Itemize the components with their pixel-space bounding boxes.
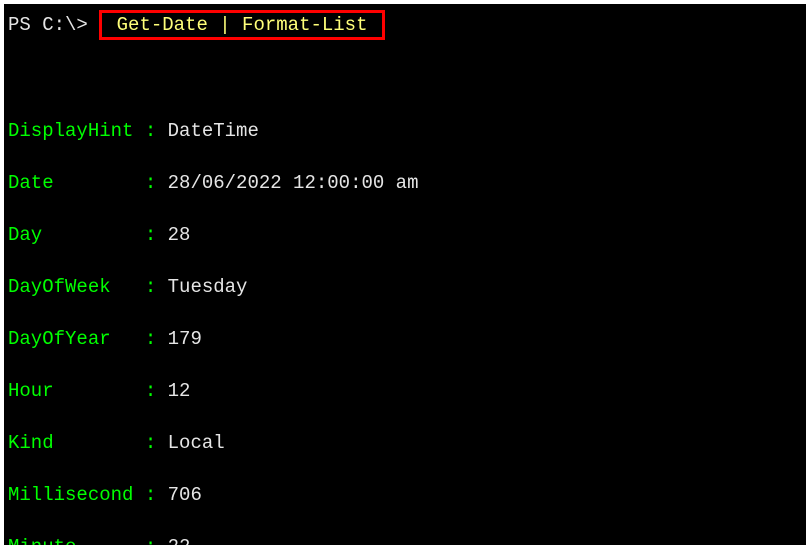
- output-row: Day : 28: [8, 222, 802, 248]
- colon-separator: :: [145, 536, 168, 545]
- prompt-prefix: PS C:\>: [8, 14, 88, 36]
- property-name: Millisecond: [8, 484, 145, 506]
- property-value: DateTime: [168, 120, 259, 142]
- output-row: Minute : 22: [8, 534, 802, 545]
- colon-separator: :: [145, 484, 168, 506]
- colon-separator: :: [145, 276, 168, 298]
- colon-separator: :: [145, 328, 168, 350]
- property-value: Tuesday: [168, 276, 248, 298]
- output-row: DayOfYear : 179: [8, 326, 802, 352]
- property-value: 12: [168, 380, 191, 402]
- property-name: Kind: [8, 432, 145, 454]
- output-row: Kind : Local: [8, 430, 802, 456]
- property-name: Minute: [8, 536, 145, 545]
- colon-separator: :: [145, 120, 168, 142]
- property-name: DayOfWeek: [8, 276, 145, 298]
- output-row: Hour : 12: [8, 378, 802, 404]
- property-name: DisplayHint: [8, 120, 145, 142]
- colon-separator: :: [145, 380, 168, 402]
- property-name: Day: [8, 224, 145, 246]
- colon-separator: :: [145, 172, 168, 194]
- powershell-terminal[interactable]: PS C:\> Get-Date | Format-List DisplayHi…: [4, 4, 806, 545]
- command-line: PS C:\> Get-Date | Format-List: [8, 10, 802, 40]
- colon-separator: :: [145, 224, 168, 246]
- property-value: 179: [168, 328, 202, 350]
- property-name: Date: [8, 172, 145, 194]
- colon-separator: :: [145, 432, 168, 454]
- property-value: 28/06/2022 12:00:00 am: [168, 172, 419, 194]
- entered-command: Get-Date | Format-List: [105, 14, 379, 36]
- property-value: Local: [168, 432, 225, 454]
- property-value: 28: [168, 224, 191, 246]
- property-name: Hour: [8, 380, 145, 402]
- property-value: 706: [168, 484, 202, 506]
- property-value: 22: [168, 536, 191, 545]
- blank-line: [8, 66, 802, 92]
- property-name: DayOfYear: [8, 328, 145, 350]
- output-row: Date : 28/06/2022 12:00:00 am: [8, 170, 802, 196]
- output-list: DisplayHint : DateTime Date : 28/06/2022…: [8, 118, 802, 545]
- output-row: Millisecond : 706: [8, 482, 802, 508]
- command-highlight: Get-Date | Format-List: [99, 10, 385, 40]
- output-row: DayOfWeek : Tuesday: [8, 274, 802, 300]
- output-row: DisplayHint : DateTime: [8, 118, 802, 144]
